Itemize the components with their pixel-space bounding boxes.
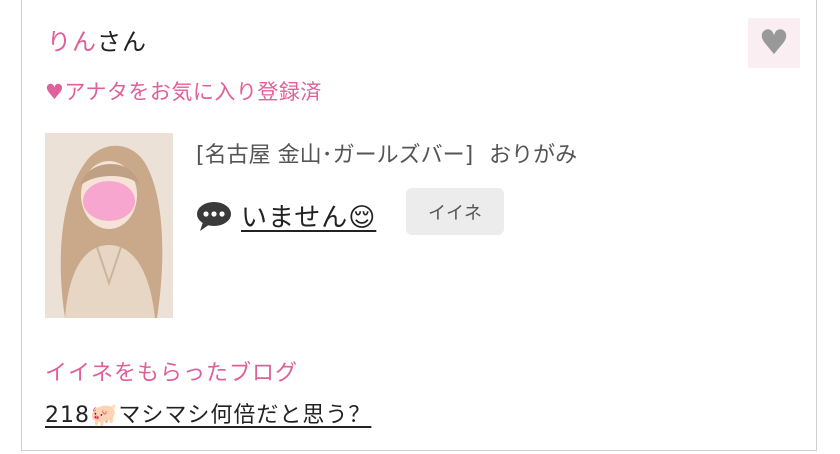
liked-blog-heading: イイネをもらったブログ — [45, 361, 299, 386]
user-suffix: さん — [97, 28, 147, 56]
cast-name[interactable]: おりがみ — [489, 143, 577, 168]
shop-info: [名古屋 金山･ガールズバー] おりがみ — [196, 137, 577, 169]
status-row: いません😌 — [195, 197, 376, 234]
favorite-button[interactable]: ♥ — [748, 18, 800, 68]
iine-button[interactable]: イイネ — [406, 188, 504, 235]
heart-icon: ♥ — [758, 23, 790, 63]
status-message-link[interactable]: いません😌 — [241, 197, 376, 234]
avatar-photo — [45, 133, 173, 318]
shop-label[interactable]: [名古屋 金山･ガールズバー] — [196, 143, 473, 168]
user-name[interactable]: りん — [47, 28, 97, 56]
chat-bubble-icon — [197, 201, 231, 231]
avatar[interactable] — [45, 133, 173, 318]
user-greeting: りんさん — [47, 22, 147, 57]
blog-link[interactable]: 218🐖マシマシ何倍だと思う？ — [45, 397, 371, 429]
favorite-status: ♥アナタをお気に入り登録済 — [45, 80, 322, 104]
